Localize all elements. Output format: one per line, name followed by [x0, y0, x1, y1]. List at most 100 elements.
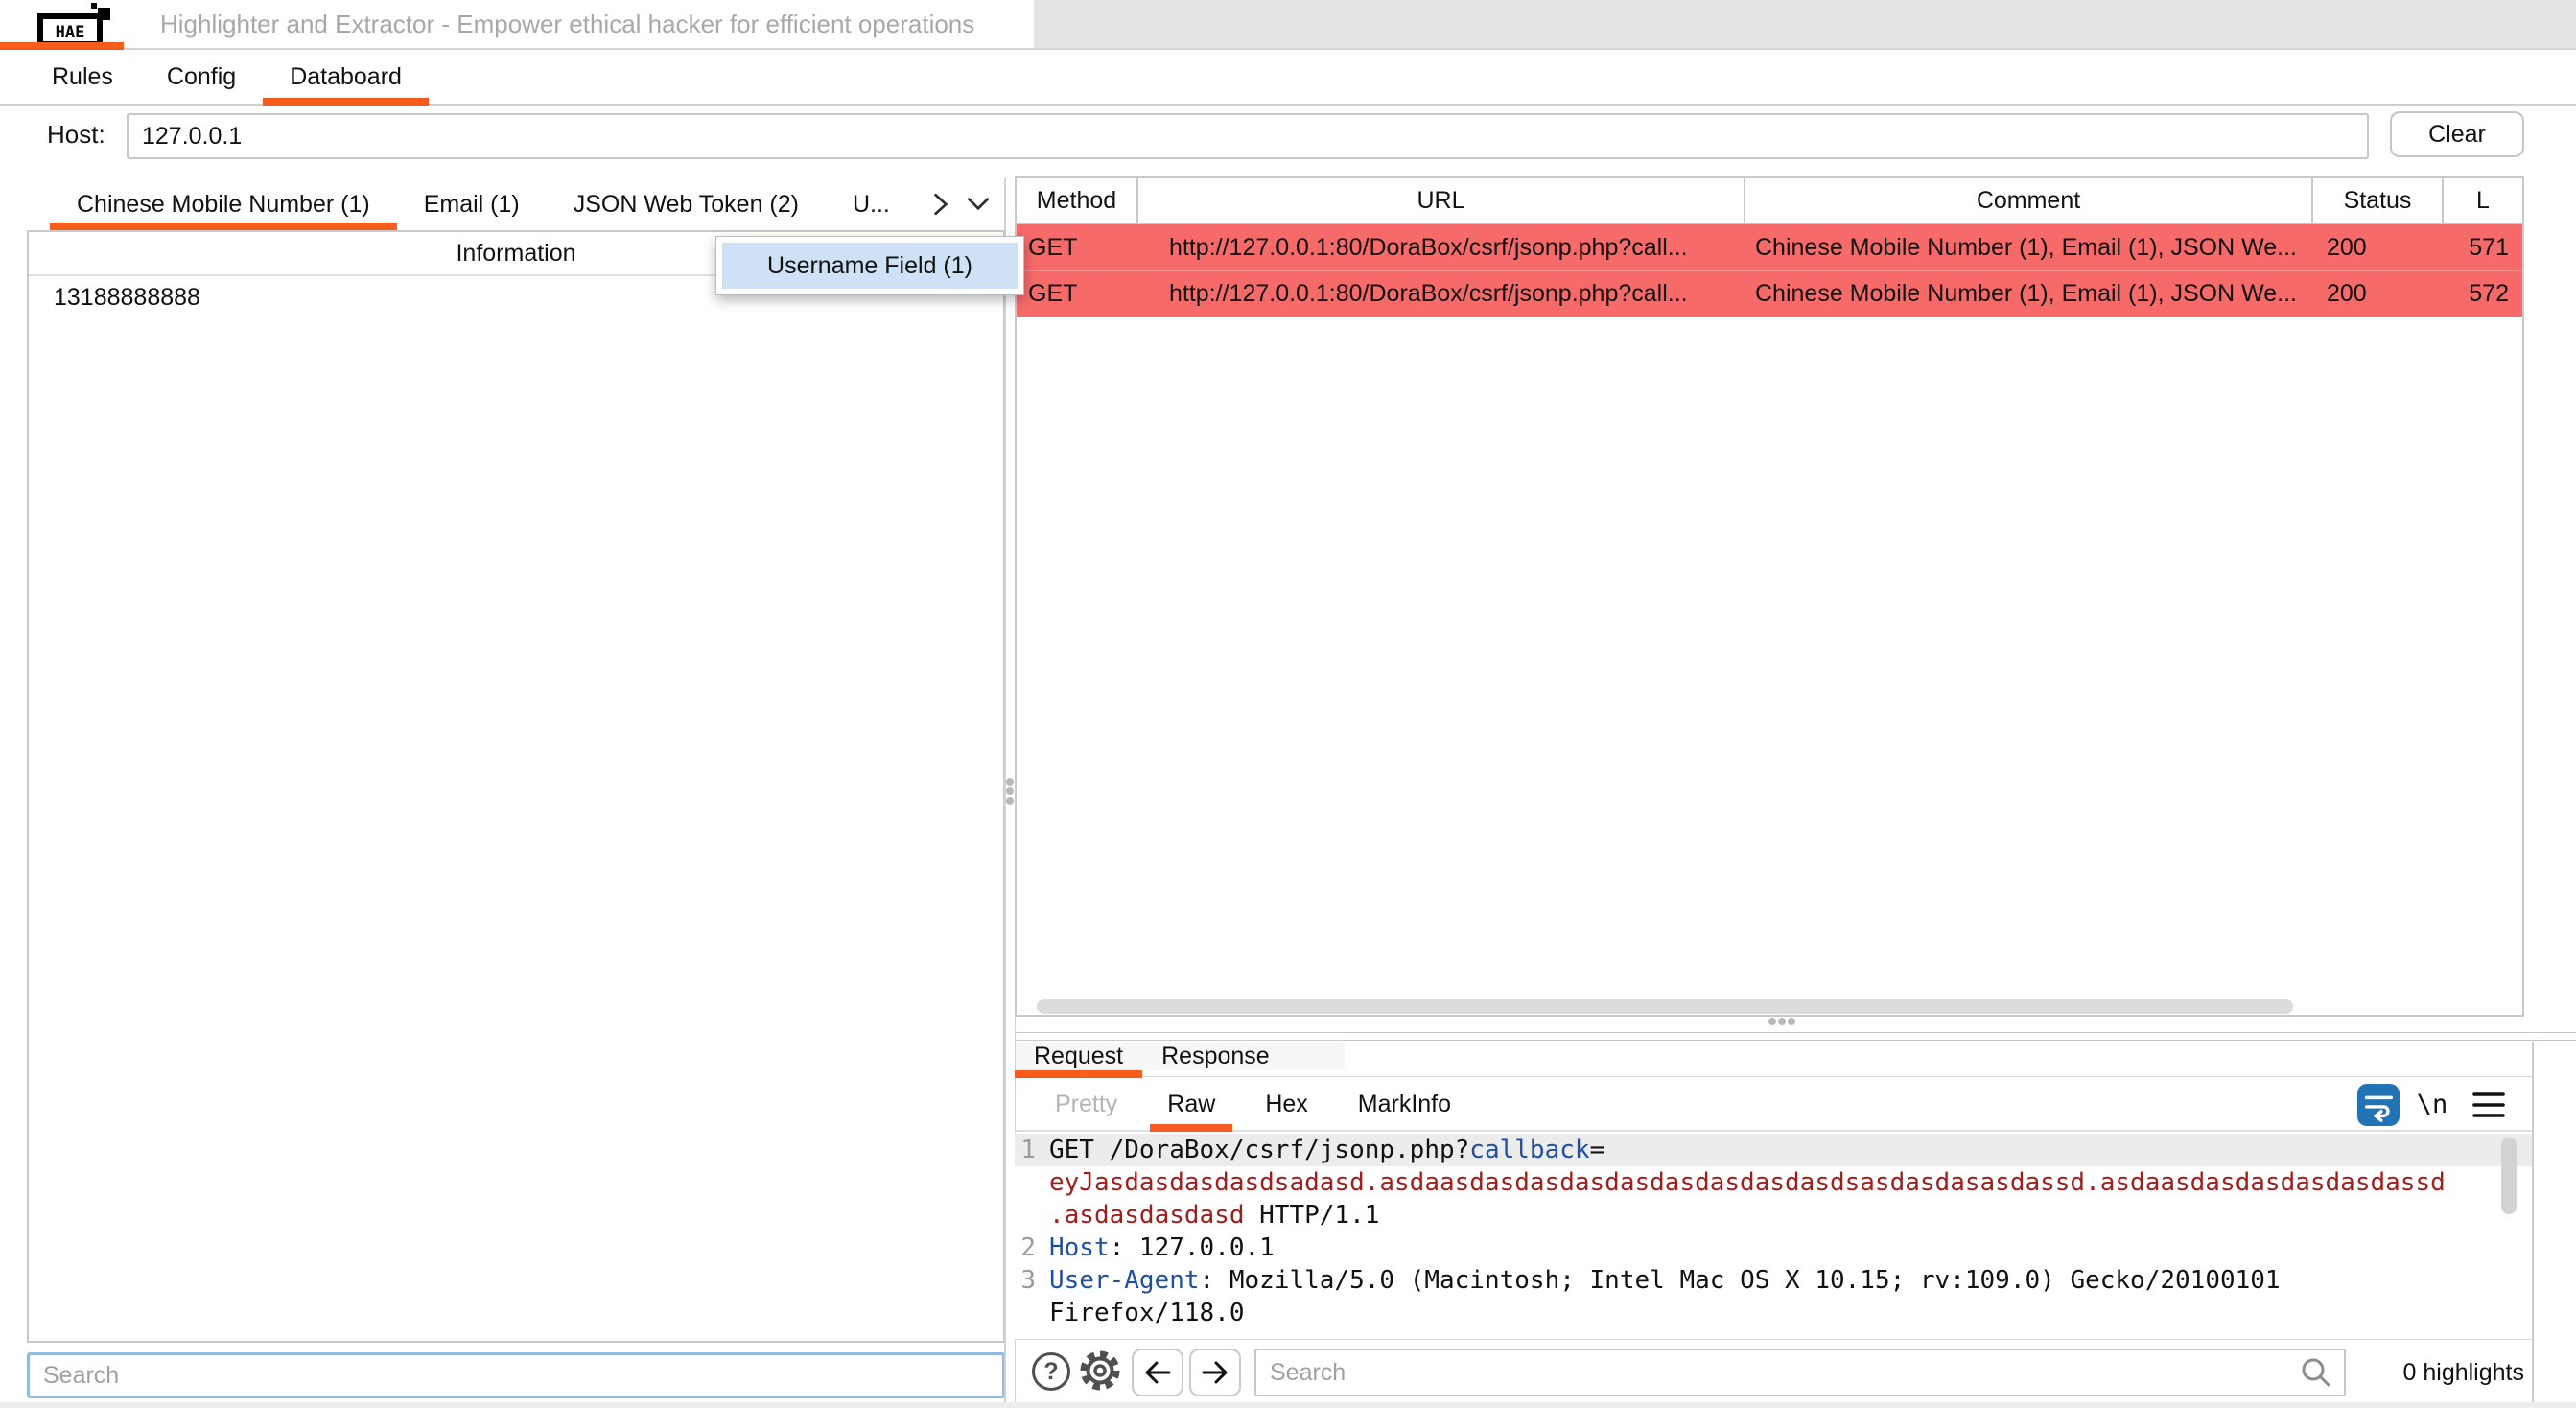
main-tab-bar: Rules Config Databoard [0, 50, 2576, 106]
column-header-url[interactable]: URL [1138, 178, 1745, 223]
tab-overflow-dropdown: Username Field (1) [715, 236, 1024, 295]
highlights-count: 0 highlights [2359, 1349, 2524, 1396]
viewer-right-border [2532, 1042, 2534, 1402]
titlebar: HAE Highlighter and Extractor - Empower … [0, 0, 2576, 48]
request-editor[interactable]: 1 GET /DoraBox/csrf/jsonp.php?callback= … [1015, 1134, 2532, 1339]
mode-pretty-label: Pretty [1055, 1091, 1117, 1118]
information-column-header-label: Information [456, 240, 575, 268]
viewer-tab-separator [1015, 1076, 2532, 1077]
line-number [1015, 1199, 1049, 1232]
titlebar-empty-area [1034, 0, 2576, 48]
mode-pretty: Pretty [1038, 1078, 1135, 1130]
extension-tab-active-indicator [0, 42, 124, 50]
tab-rules[interactable]: Rules [25, 50, 140, 104]
tab-username-field-truncated[interactable]: U... [826, 178, 917, 230]
tab-config-label: Config [167, 63, 236, 91]
cell-url: http://127.0.0.1:80/DoraBox/csrf/jsonp.p… [1138, 224, 1745, 270]
left-search-input[interactable] [27, 1352, 1005, 1398]
tab-request[interactable]: Request [1015, 1042, 1142, 1070]
bottom-strip [0, 1402, 2576, 1408]
editor-footer-separator [1015, 1339, 2532, 1340]
mode-hex[interactable]: Hex [1248, 1078, 1324, 1130]
horizontal-splitter-handle[interactable] [1768, 1018, 1776, 1025]
code-line: 3 User-Agent: Mozilla/5.0 (Macintosh; In… [1015, 1264, 2532, 1297]
tab-chinese-mobile-number[interactable]: Chinese Mobile Number (1) [50, 178, 397, 230]
hae-logo-icon: HAE [36, 3, 113, 48]
vertical-splitter[interactable] [1004, 178, 1006, 1402]
code-line-current: 1 GET /DoraBox/csrf/jsonp.php?callback= [1015, 1134, 2532, 1166]
show-newlines-toggle[interactable]: \n [2409, 1084, 2455, 1126]
tab-response[interactable]: Response [1142, 1042, 1289, 1070]
line-number [1015, 1297, 1049, 1329]
tab-response-label: Response [1161, 1043, 1270, 1070]
column-header-length[interactable]: L [2444, 178, 2522, 223]
tab-request-label: Request [1034, 1043, 1123, 1070]
cell-status: 200 [2313, 271, 2444, 317]
word-wrap-toggle-button[interactable] [2357, 1084, 2400, 1126]
dropdown-item-username-field[interactable]: Username Field (1) [722, 243, 1018, 289]
line-number [1015, 1166, 1049, 1199]
extracted-data-table: Information 13188888888 [27, 230, 1005, 1343]
line-number: 2 [1015, 1232, 1049, 1264]
line-number: 3 [1015, 1264, 1049, 1297]
cell-comment: Chinese Mobile Number (1), Email (1), JS… [1745, 271, 2313, 317]
tab-config[interactable]: Config [140, 50, 263, 104]
editor-search-input[interactable] [1254, 1349, 2346, 1396]
mode-raw[interactable]: Raw [1150, 1078, 1232, 1130]
cell-length: 571 [2444, 224, 2522, 270]
code-line: 2 Host: 127.0.0.1 [1015, 1232, 2532, 1264]
column-header-status[interactable]: Status [2313, 178, 2444, 223]
previous-match-button[interactable] [1132, 1349, 1183, 1396]
code-line: .asdasdasdasd HTTP/1.1 [1015, 1199, 2532, 1232]
app-title: Highlighter and Extractor - Empower ethi… [160, 0, 974, 48]
cell-status: 200 [2313, 224, 2444, 270]
logo-text: HAE [56, 23, 85, 42]
extracted-value: 13188888888 [54, 284, 200, 312]
hae-extension-window: HAE Highlighter and Extractor - Empower … [0, 0, 2576, 1408]
editor-mode-bar: Pretty Raw Hex MarkInfo [1015, 1078, 2532, 1132]
request-log-header-row: Method URL Comment Status L [1017, 178, 2522, 224]
horizontal-splitter[interactable] [1015, 1032, 2576, 1041]
host-input[interactable] [127, 113, 2369, 159]
mode-markinfo[interactable]: MarkInfo [1341, 1078, 1468, 1130]
cell-url: http://127.0.0.1:80/DoraBox/csrf/jsonp.p… [1138, 271, 1745, 317]
horizontal-scrollbar-thumb[interactable] [1037, 999, 2293, 1014]
code-line: Firefox/118.0 [1015, 1297, 2532, 1329]
code-line: eyJasdasdasdasdsadasd.asdaasdasdasdasdas… [1015, 1166, 2532, 1199]
host-label: Host: [47, 107, 105, 161]
search-icon [2300, 1356, 2332, 1394]
cell-comment: Chinese Mobile Number (1), Email (1), JS… [1745, 224, 2313, 270]
tab-json-web-token[interactable]: JSON Web Token (2) [547, 178, 826, 230]
extension-logo-tab[interactable]: HAE [0, 0, 124, 48]
cell-method: GET [1017, 224, 1138, 270]
arrow-left-icon [1140, 1355, 1175, 1390]
vertical-splitter-handle[interactable] [1006, 778, 1014, 786]
viewer-tab-bar: Request Response [1015, 1042, 1289, 1070]
gear-icon[interactable] [1078, 1349, 1122, 1393]
arrow-right-icon [1198, 1355, 1232, 1390]
mode-raw-label: Raw [1167, 1091, 1215, 1118]
column-header-method[interactable]: Method [1017, 178, 1138, 223]
chevron-down-icon[interactable] [965, 194, 992, 215]
clear-button[interactable]: Clear [2390, 111, 2524, 157]
table-row[interactable]: GET http://127.0.0.1:80/DoraBox/csrf/jso… [1017, 224, 2522, 270]
request-log-table: Method URL Comment Status L GET http://1… [1015, 176, 2524, 1017]
vertical-scrollbar-thumb[interactable] [2501, 1138, 2517, 1214]
cell-length: 572 [2444, 271, 2522, 317]
tab-email[interactable]: Email (1) [397, 178, 547, 230]
line-number: 1 [1015, 1134, 1049, 1166]
table-row[interactable]: GET http://127.0.0.1:80/DoraBox/csrf/jso… [1017, 270, 2522, 317]
column-header-comment[interactable]: Comment [1745, 178, 2313, 223]
tab-json-web-token-label: JSON Web Token (2) [574, 191, 799, 219]
chevron-right-icon[interactable] [930, 191, 951, 218]
word-wrap-icon [2359, 1086, 2398, 1124]
help-icon[interactable]: ? [1032, 1352, 1070, 1391]
dropdown-item-label: Username Field (1) [767, 252, 972, 280]
tab-databoard[interactable]: Databoard [263, 50, 429, 104]
cell-method: GET [1017, 271, 1138, 317]
data-type-tab-bar: Chinese Mobile Number (1) Email (1) JSON… [27, 178, 1005, 230]
next-match-button[interactable] [1189, 1349, 1241, 1396]
editor-menu-icon[interactable] [2472, 1091, 2505, 1123]
tab-rules-label: Rules [52, 63, 113, 91]
tab-username-field-truncated-label: U... [853, 191, 890, 219]
